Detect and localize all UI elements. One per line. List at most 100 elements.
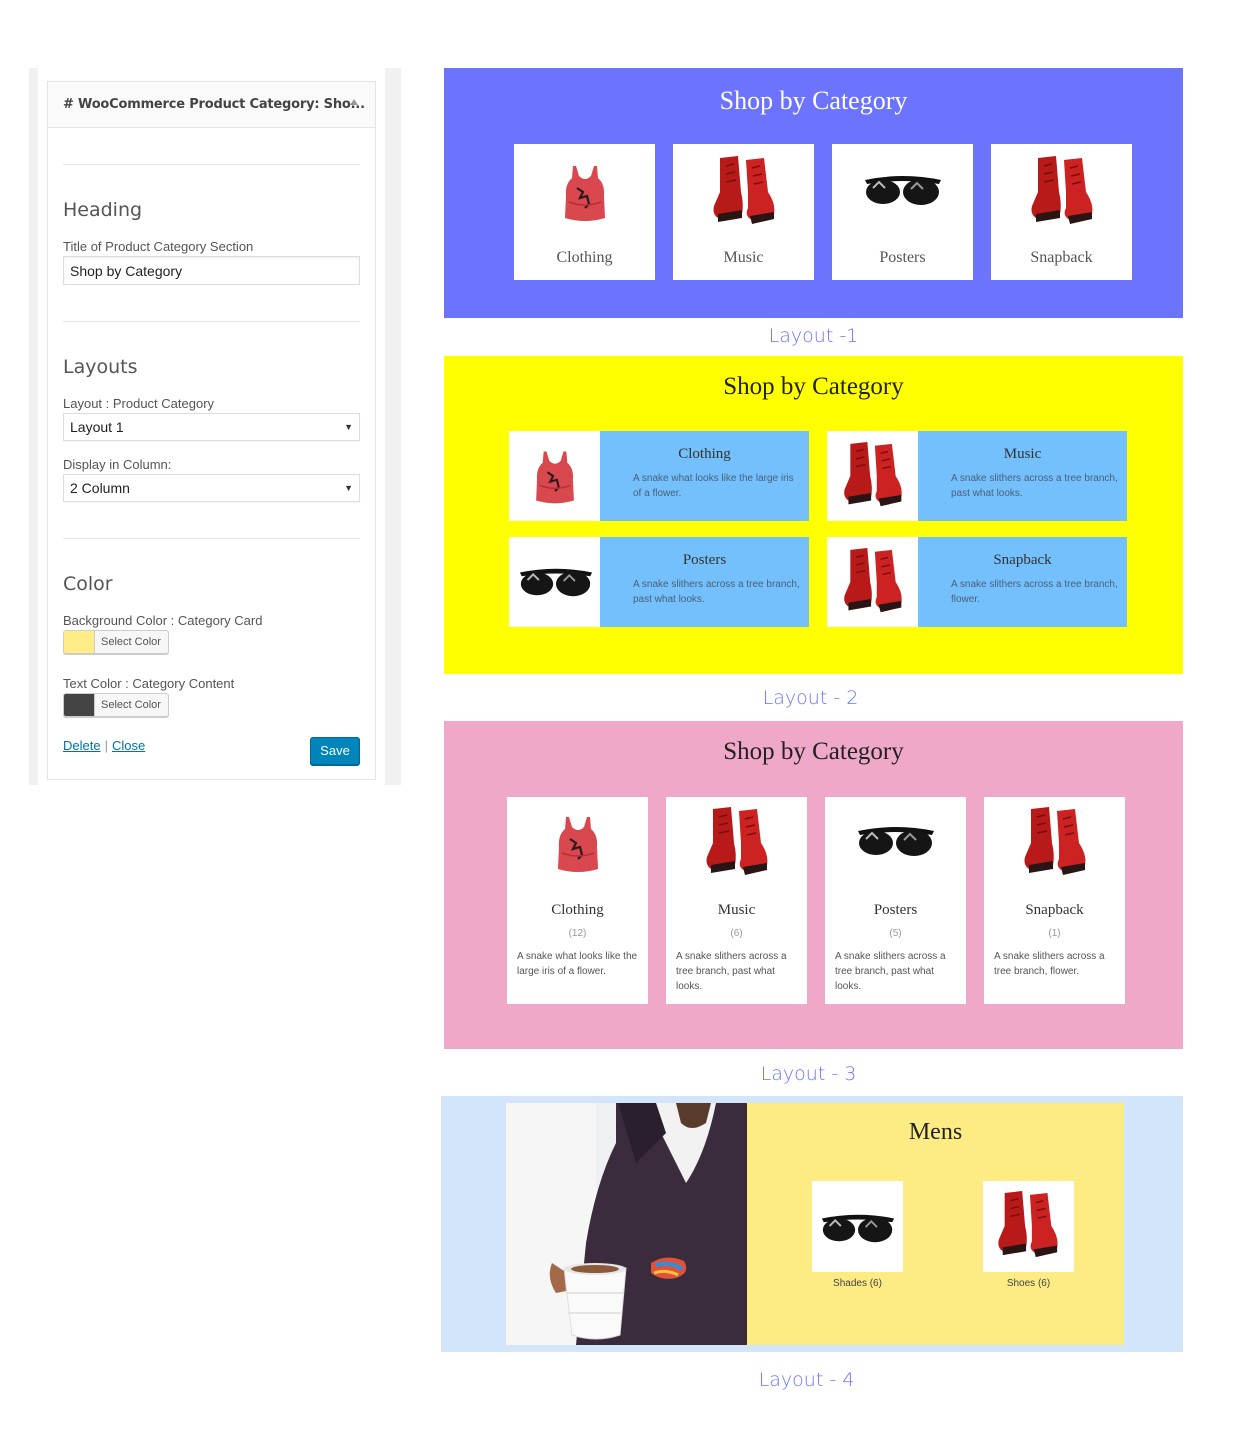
layout-2-preview: Shop by Category Clothing A snake what l… — [444, 356, 1183, 674]
section-title: Shop by Category — [723, 738, 904, 765]
category-card[interactable]: Clothing — [514, 144, 655, 280]
bg-color-picker[interactable]: Select Color — [63, 630, 169, 654]
category-description: A snake what looks like the large iris o… — [517, 951, 638, 977]
category-card[interactable]: Snapback — [991, 144, 1132, 280]
widget-header[interactable]: # WooCommerce Product Category: Sho... — [48, 82, 375, 128]
layout-1-caption: Layout -1 — [768, 325, 859, 347]
column-select-label: Display in Column: — [63, 457, 172, 472]
section-title: Shop by Category — [723, 373, 904, 400]
category-description: A snake slithers across a tree branch, p… — [633, 579, 800, 605]
category-image — [812, 1181, 903, 1272]
category-name: Music — [717, 902, 756, 918]
layout-select[interactable]: Layout 1 ▼ — [63, 413, 360, 441]
save-button[interactable]: Save — [310, 737, 360, 765]
category-count: (12) — [568, 928, 587, 939]
widget-title: # WooCommerce Product Category: Sho... — [63, 97, 365, 112]
layout-3-preview: Shop by Category Clothing (12) A snake w… — [444, 721, 1183, 1049]
text-color-picker[interactable]: Select Color — [63, 693, 169, 717]
boots-icon — [839, 437, 907, 515]
layout-1-preview: Shop by Category Clothing Music Posters … — [444, 68, 1183, 318]
panel-title: Mens — [908, 1119, 963, 1145]
sunglasses-icon — [517, 563, 595, 601]
category-name: Clothing — [551, 902, 604, 918]
boots-icon — [993, 1187, 1063, 1265]
color-section-title: Color — [63, 573, 113, 595]
layouts-section-title: Layouts — [63, 356, 138, 378]
sunglasses-icon — [862, 170, 944, 210]
category-name: Clothing — [556, 249, 613, 266]
text-color-label: Text Color : Category Content — [63, 676, 235, 691]
divider — [63, 538, 360, 539]
category-card[interactable]: Music (6) A snake slithers across a tree… — [666, 797, 807, 1004]
bg-color-swatch — [64, 631, 95, 653]
tank-top-icon — [542, 803, 614, 883]
category-description: A snake slithers across a tree branch, p… — [951, 473, 1118, 499]
category-name: Snapback — [1025, 902, 1084, 918]
category-card[interactable]: Music — [673, 144, 814, 280]
category-card[interactable]: Snapback (1) A snake slithers across a t… — [984, 797, 1125, 1004]
category-panel: Mens Shades (6) Shoes (6) — [747, 1103, 1124, 1345]
boots-icon — [1026, 152, 1098, 232]
category-card[interactable]: Music A snake slithers across a tree bra… — [827, 431, 1127, 521]
collapse-arrow-icon[interactable] — [350, 99, 358, 105]
layout-select-value: Layout 1 — [70, 419, 124, 435]
product-category-widget: # WooCommerce Product Category: Sho... H… — [47, 81, 376, 780]
widget-actions: Delete | Close — [63, 738, 145, 753]
layout-3-caption: Layout - 3 — [760, 1063, 857, 1085]
tank-top-icon — [521, 437, 589, 515]
category-count: (6) — [730, 928, 743, 939]
link-separator: | — [104, 738, 108, 753]
layout-4-caption: Layout - 4 — [758, 1369, 855, 1391]
category-card[interactable]: Posters — [832, 144, 973, 280]
category-description: A snake slithers across a tree branch, f… — [994, 951, 1105, 977]
category-card[interactable]: Snapback A snake slithers across a tree … — [827, 537, 1127, 627]
category-name: Shoes (6) — [1006, 1278, 1051, 1289]
boots-icon — [839, 543, 907, 621]
close-link[interactable]: Close — [112, 738, 145, 753]
boots-icon — [708, 152, 780, 232]
category-name: Shades (6) — [833, 1278, 882, 1289]
dropdown-arrow-icon: ▼ — [344, 483, 353, 493]
category-name: Posters — [879, 249, 926, 266]
category-description: A snake slithers across a tree branch, f… — [951, 579, 1118, 605]
category-content: Snapback A snake slithers across a tree … — [918, 537, 1127, 627]
column-select[interactable]: 2 Column ▼ — [63, 474, 360, 502]
category-card[interactable]: Clothing (12) A snake what looks like th… — [507, 797, 648, 1004]
category-photo — [506, 1103, 747, 1345]
section-title: Shop by Category — [719, 86, 908, 115]
column-select-value: 2 Column — [70, 480, 130, 496]
man-with-cup-image — [506, 1103, 747, 1345]
category-count: (1) — [1048, 928, 1061, 939]
boots-icon — [1019, 803, 1091, 883]
category-image — [827, 537, 918, 627]
title-input[interactable]: Shop by Category — [63, 256, 360, 285]
category-name: Posters — [873, 902, 918, 918]
text-color-swatch — [64, 694, 95, 716]
delete-link[interactable]: Delete — [63, 738, 101, 753]
category-count: (5) — [889, 928, 902, 939]
bg-color-label: Background Color : Category Card — [63, 613, 263, 628]
category-card[interactable]: Clothing A snake what looks like the lar… — [509, 431, 809, 521]
category-image — [983, 1181, 1074, 1272]
category-content: Clothing A snake what looks like the lar… — [600, 431, 809, 521]
category-image — [827, 431, 918, 521]
tank-top-icon — [549, 152, 621, 232]
sunglasses-icon — [855, 821, 937, 861]
divider — [63, 321, 360, 322]
category-card[interactable]: Posters (5) A snake slithers across a tr… — [825, 797, 966, 1004]
title-field-label: Title of Product Category Section — [63, 239, 254, 254]
heading-section-title: Heading — [63, 199, 143, 221]
category-name: Posters — [682, 552, 727, 568]
category-content: Posters A snake slithers across a tree b… — [600, 537, 809, 627]
sunglasses-icon — [818, 1209, 898, 1247]
category-image — [509, 431, 600, 521]
category-name: Music — [1003, 446, 1042, 462]
dropdown-arrow-icon: ▼ — [344, 422, 353, 432]
category-name: Clothing — [678, 446, 731, 462]
category-card[interactable]: Posters A snake slithers across a tree b… — [509, 537, 809, 627]
category-name: Snapback — [1030, 249, 1093, 266]
category-description: A snake slithers across a tree branch, p… — [676, 951, 787, 992]
select-color-text: Select Color — [101, 699, 161, 711]
category-name: Snapback — [993, 552, 1052, 568]
category-name: Music — [723, 249, 764, 266]
